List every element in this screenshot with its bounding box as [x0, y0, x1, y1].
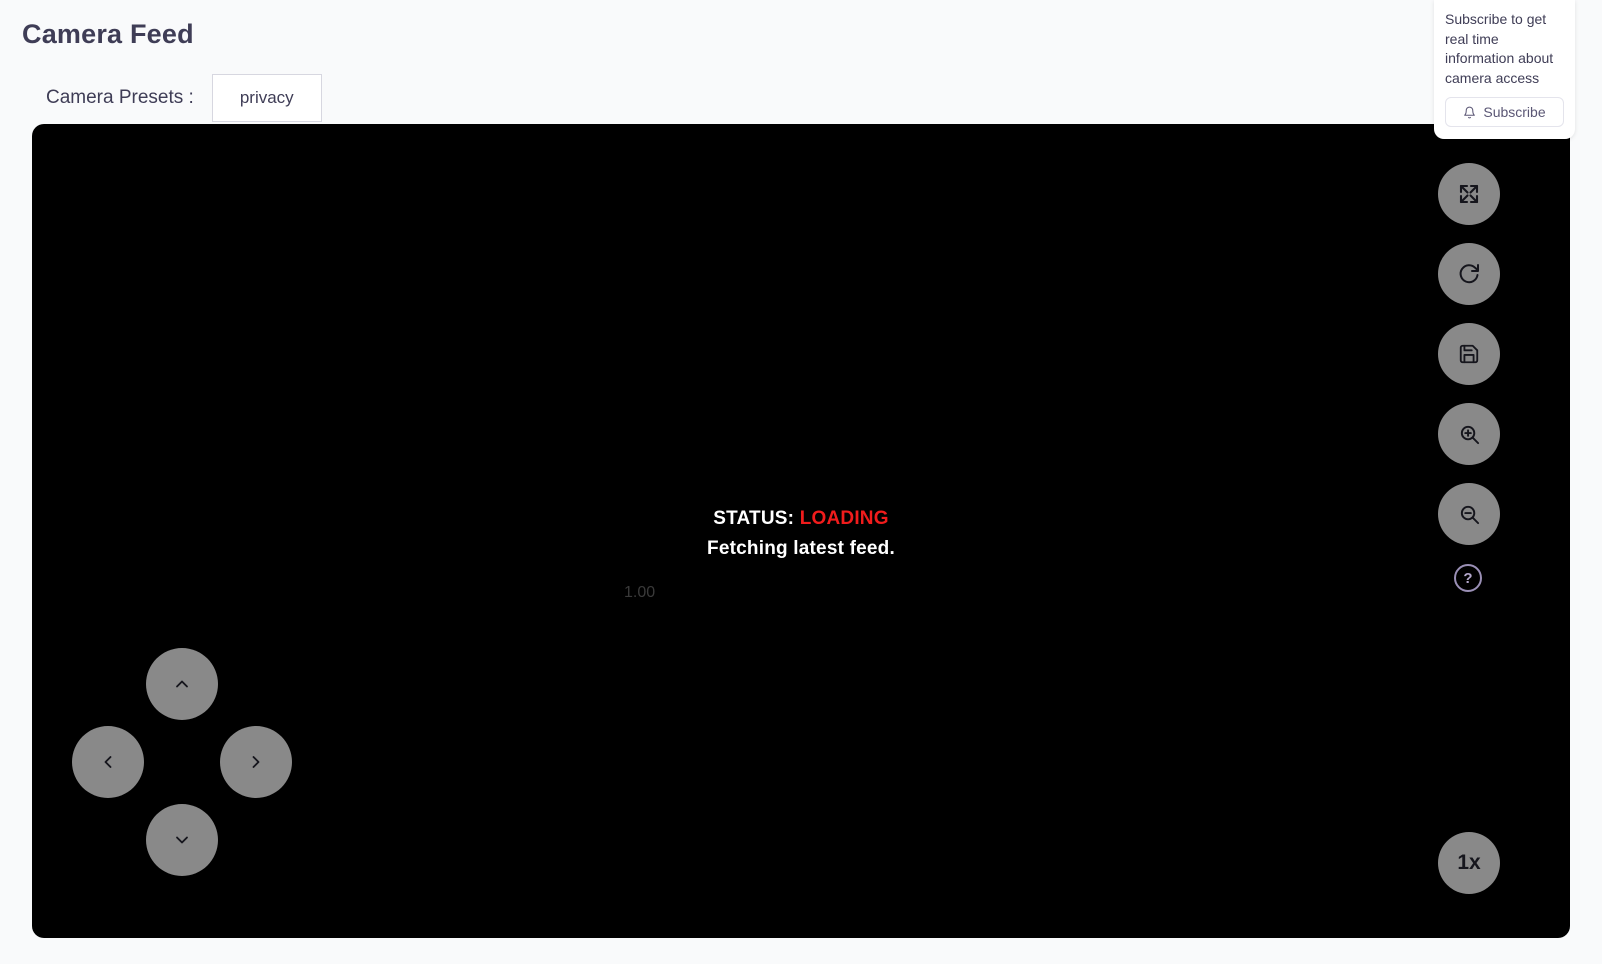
chevron-up-icon — [172, 674, 192, 694]
magnifier-plus-icon — [1458, 423, 1481, 446]
status-overlay: STATUS: LOADING Fetching latest feed. — [32, 504, 1570, 564]
camera-control-rail: ? — [1438, 163, 1500, 592]
subscribe-button-label: Subscribe — [1483, 104, 1545, 120]
status-label: STATUS: — [713, 508, 794, 529]
preset-button-privacy[interactable]: privacy — [212, 74, 322, 122]
refresh-icon — [1457, 262, 1481, 286]
question-circle-icon: ? — [1463, 570, 1472, 587]
zoom-level-readout: 1.00 — [624, 584, 655, 602]
help-button[interactable]: ? — [1454, 564, 1482, 592]
pan-left-button[interactable] — [72, 726, 144, 798]
status-badge: LOADING — [800, 508, 889, 529]
subscribe-button[interactable]: Subscribe — [1445, 97, 1564, 127]
page-title: Camera Feed — [22, 18, 194, 50]
status-detail: Fetching latest feed. — [32, 534, 1570, 564]
pan-tilt-dpad — [72, 648, 292, 888]
status-line: STATUS: LOADING — [32, 504, 1570, 534]
camera-presets-row: Camera Presets : privacy — [46, 74, 322, 122]
camera-feed-stage[interactable]: 1.00 STATUS: LOADING Fetching latest fee… — [32, 124, 1570, 938]
zoom-out-button[interactable] — [1438, 483, 1500, 545]
fullscreen-expand-icon — [1457, 182, 1481, 206]
pan-down-button[interactable] — [146, 804, 218, 876]
bell-icon — [1463, 106, 1476, 119]
chevron-left-icon — [98, 752, 118, 772]
camera-presets-label: Camera Presets : — [46, 74, 212, 122]
refresh-button[interactable] — [1438, 243, 1500, 305]
subscribe-message: Subscribe to get real time information a… — [1445, 10, 1564, 88]
save-button[interactable] — [1438, 323, 1500, 385]
subscribe-card: Subscribe to get real time information a… — [1434, 0, 1575, 139]
chevron-right-icon — [246, 752, 266, 772]
save-floppy-icon — [1458, 343, 1480, 365]
zoom-in-button[interactable] — [1438, 403, 1500, 465]
pan-right-button[interactable] — [220, 726, 292, 798]
fullscreen-button[interactable] — [1438, 163, 1500, 225]
pan-up-button[interactable] — [146, 648, 218, 720]
magnifier-minus-icon — [1458, 503, 1481, 526]
chevron-down-icon — [172, 830, 192, 850]
playback-speed-button[interactable]: 1x — [1438, 832, 1500, 894]
